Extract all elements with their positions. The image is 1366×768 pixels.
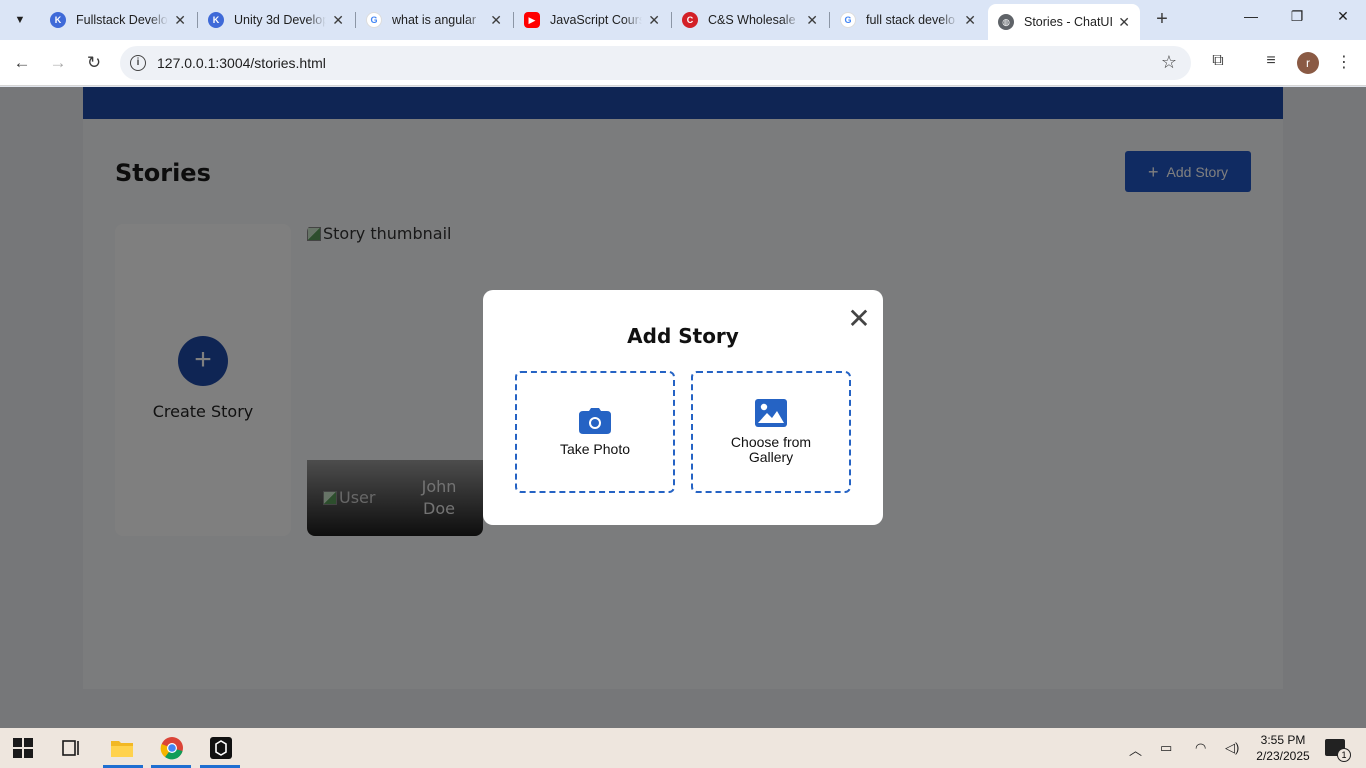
battery-icon[interactable]: ▭ bbox=[1160, 740, 1172, 756]
reload-icon[interactable]: ↻ bbox=[82, 51, 106, 75]
volume-icon[interactable]: ◁) bbox=[1225, 740, 1239, 756]
tab-search-chevron-icon[interactable]: ▼ bbox=[6, 6, 34, 34]
youtube-logo-icon: ▶ bbox=[524, 12, 540, 28]
browser-tab-strip: ▼ K Fullstack Develop ✕ K Unity 3d Devel… bbox=[0, 0, 1366, 40]
close-icon[interactable]: ✕ bbox=[174, 12, 186, 29]
tray-chevron-up-icon[interactable]: ︿ bbox=[1129, 740, 1142, 759]
tab-cs-wholesale[interactable]: C C&S Wholesale ✕ bbox=[672, 4, 828, 36]
menu-kebab-icon[interactable]: ⋮ bbox=[1333, 52, 1355, 72]
minimize-button[interactable]: — bbox=[1236, 8, 1266, 24]
close-icon[interactable]: ✕ bbox=[806, 12, 818, 29]
blue-logo-icon: K bbox=[50, 12, 66, 28]
windows-taskbar: ︿ ▭ ◠ ◁) 3:55 PM 2/23/2025 1 bbox=[0, 728, 1366, 768]
tab-stories-active[interactable]: ◍ Stories - ChatUI ✕ bbox=[988, 4, 1140, 40]
restore-button[interactable]: ❐ bbox=[1282, 8, 1312, 25]
new-tab-button[interactable]: + bbox=[1150, 8, 1174, 32]
camera-icon bbox=[579, 407, 611, 434]
take-photo-option[interactable]: Take Photo bbox=[515, 371, 675, 493]
take-photo-label: Take Photo bbox=[559, 440, 631, 457]
globe-icon: ◍ bbox=[998, 14, 1014, 30]
tab-unity[interactable]: K Unity 3d Develop ✕ bbox=[198, 4, 354, 36]
tab-javascript[interactable]: ▶ JavaScript Cours ✕ bbox=[514, 4, 670, 36]
close-icon[interactable]: ✕ bbox=[648, 12, 660, 29]
wifi-icon[interactable]: ◠ bbox=[1195, 740, 1206, 756]
tab-fullstack[interactable]: K Fullstack Develop ✕ bbox=[40, 4, 196, 36]
modal-title: Add Story bbox=[627, 324, 739, 348]
back-arrow-icon[interactable]: ← bbox=[10, 51, 34, 75]
forward-arrow-icon[interactable]: → bbox=[46, 51, 70, 75]
tab-fullstack-search[interactable]: G full stack develo ✕ bbox=[830, 4, 986, 36]
cs-logo-icon: C bbox=[682, 12, 698, 28]
task-view-icon[interactable] bbox=[62, 738, 82, 758]
close-icon[interactable]: ✕ bbox=[845, 305, 873, 334]
blue-logo-icon: K bbox=[208, 12, 224, 28]
choose-gallery-label: Choose from Gallery bbox=[730, 434, 812, 465]
address-bar[interactable]: i 127.0.0.1:3004/stories.html ☆ bbox=[120, 46, 1191, 80]
url-text[interactable]: 127.0.0.1:3004/stories.html bbox=[157, 55, 326, 71]
browser-toolbar: ← → ↻ i 127.0.0.1:3004/stories.html ☆ ⧉ … bbox=[0, 40, 1366, 86]
notification-count-badge: 1 bbox=[1337, 748, 1351, 762]
close-icon[interactable]: ✕ bbox=[490, 12, 502, 29]
profile-avatar[interactable]: r bbox=[1297, 52, 1319, 74]
file-explorer-icon[interactable] bbox=[110, 736, 134, 760]
close-icon[interactable]: ✕ bbox=[1118, 14, 1130, 31]
chrome-icon[interactable] bbox=[160, 736, 184, 760]
google-logo-icon: G bbox=[366, 12, 382, 28]
bookmark-star-icon[interactable]: ☆ bbox=[1161, 52, 1177, 73]
taskbar-clock[interactable]: 3:55 PM 2/23/2025 bbox=[1251, 732, 1315, 764]
close-icon[interactable]: ✕ bbox=[332, 12, 344, 29]
media-controls-icon[interactable]: ≡ bbox=[1260, 52, 1282, 70]
choose-gallery-option[interactable]: Choose from Gallery bbox=[691, 371, 851, 493]
close-window-button[interactable]: ✕ bbox=[1328, 8, 1358, 25]
add-story-modal: Add Story ✕ Take Photo Choose from Galle… bbox=[483, 290, 883, 525]
tab-angular[interactable]: G what is angular ✕ bbox=[356, 4, 512, 36]
site-info-icon[interactable]: i bbox=[130, 55, 146, 71]
image-icon bbox=[755, 399, 787, 427]
windows-start-icon[interactable] bbox=[13, 738, 33, 758]
clock-date: 2/23/2025 bbox=[1256, 749, 1310, 763]
google-logo-icon: G bbox=[840, 12, 856, 28]
dev-app-icon[interactable] bbox=[209, 736, 233, 760]
clock-time: 3:55 PM bbox=[1260, 733, 1306, 747]
extensions-icon[interactable]: ⧉ bbox=[1207, 52, 1229, 70]
close-icon[interactable]: ✕ bbox=[964, 12, 976, 29]
